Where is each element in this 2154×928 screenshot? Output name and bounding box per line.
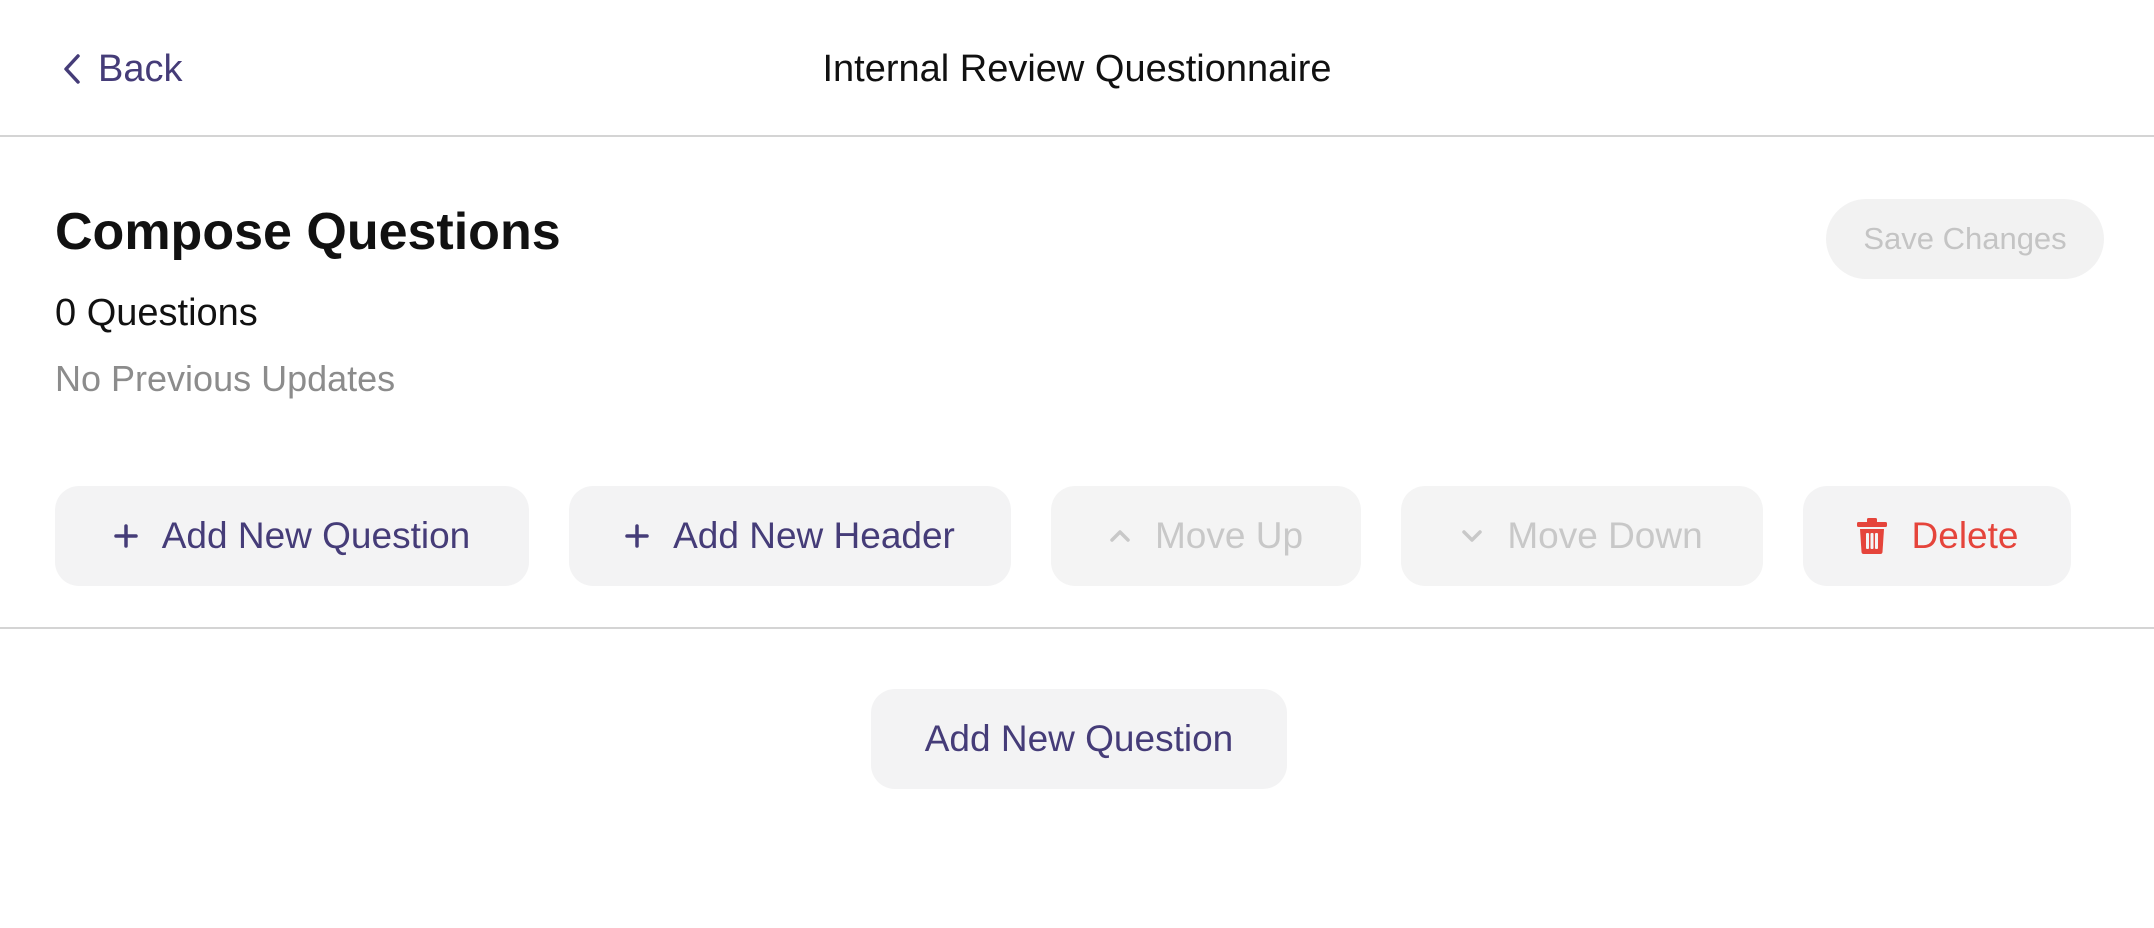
question-count: 0 Questions [55, 292, 258, 334]
save-changes-button[interactable]: Save Changes [1826, 199, 2104, 279]
move-up-label: Move Up [1154, 515, 1304, 556]
add-new-header-button[interactable]: Add New Header [569, 486, 1011, 586]
add-new-question-button[interactable]: Add New Question [55, 486, 529, 586]
update-status: No Previous Updates [55, 358, 396, 399]
chevron-down-icon [1462, 530, 1483, 542]
move-down-button[interactable]: Move Down [1401, 486, 1763, 586]
chevron-up-icon [1110, 530, 1130, 542]
top-nav-bar: Back Internal Review Questionnaire [0, 0, 2154, 137]
trash-icon [1856, 518, 1887, 554]
add-new-question-label: Add New Question [161, 515, 471, 556]
compose-section: Compose Questions 0 Questions No Previou… [0, 139, 2154, 629]
compose-title: Compose Questions [55, 203, 561, 261]
delete-label: Delete [1911, 515, 2019, 556]
add-new-header-label: Add New Header [673, 515, 955, 556]
move-up-button[interactable]: Move Up [1051, 486, 1361, 586]
page-title: Internal Review Questionnaire [822, 48, 1332, 90]
move-down-label: Move Down [1507, 515, 1703, 556]
plus-icon [625, 524, 649, 548]
add-new-question-main-button[interactable]: Add New Question [871, 689, 1287, 789]
delete-button[interactable]: Delete [1803, 486, 2071, 586]
plus-icon [113, 524, 138, 548]
